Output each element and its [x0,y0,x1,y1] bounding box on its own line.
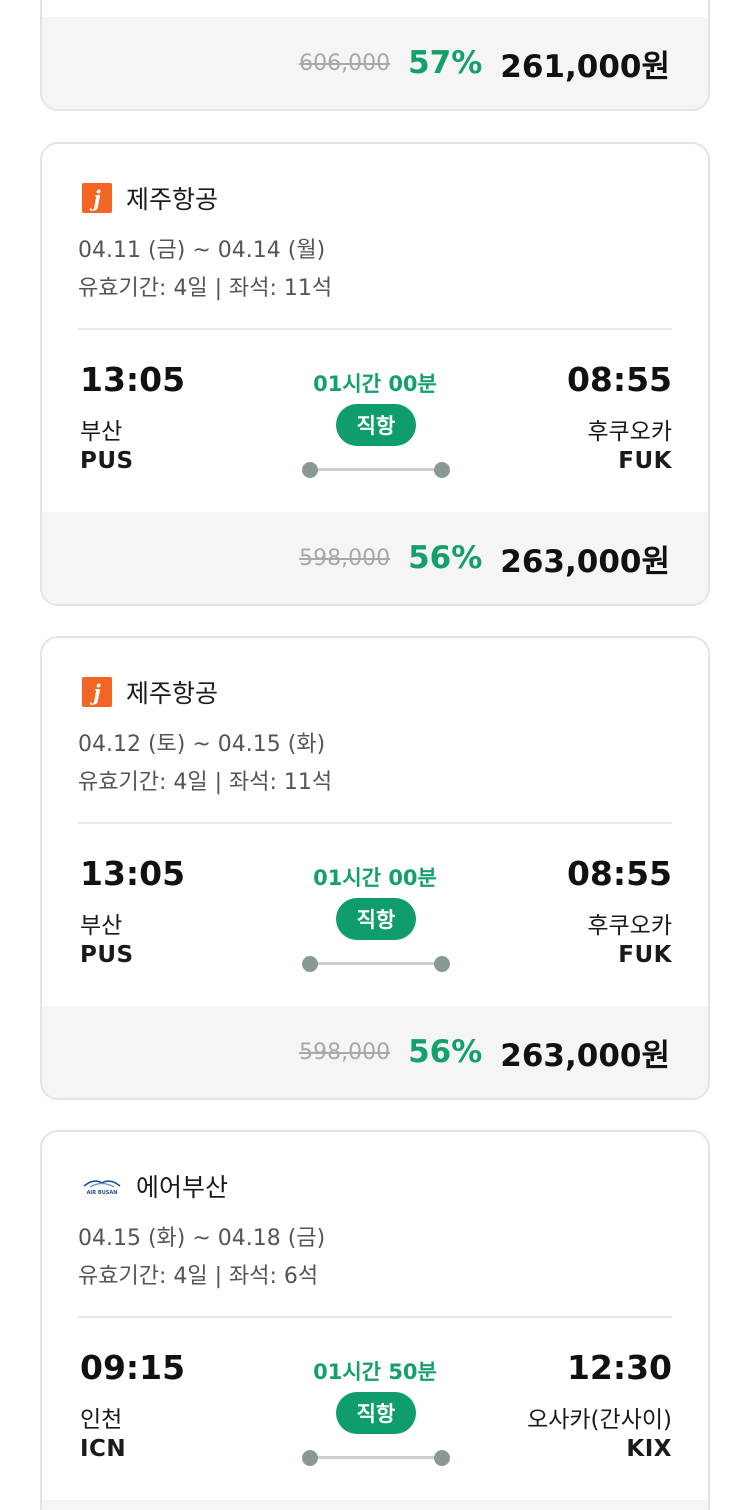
origin-dot-icon [302,1450,318,1466]
airline-row: j 제주항공 [82,180,218,216]
divider [78,1316,672,1318]
departure-airport-code: PUS [80,942,134,968]
departure-city: 인천 [80,1407,123,1433]
route-track [310,468,442,471]
validity-seats: 유효기간: 4일 | 좌석: 6석 [78,1264,319,1289]
air-busan-logo-icon: AIR BUSAN [82,1171,122,1201]
validity-seats: 유효기간: 4일 | 좌석: 11석 [78,770,333,795]
final-price: 263,000원 [500,543,670,580]
origin-dot-icon [302,956,318,972]
arrival-airport-code: FUK [618,448,672,474]
original-price: 598,000 [299,545,391,571]
original-price: 598,000 [299,1039,391,1065]
jeju-air-logo-icon: j [82,677,112,707]
travel-dates: 04.12 (토) ~ 04.15 (화) [78,732,326,757]
price-bar-partial [42,1500,708,1510]
arrival-city: 후쿠오카 [587,913,672,939]
flight-duration: 01시간 00분 [313,372,437,396]
route-line [302,1448,450,1468]
departure-city: 부산 [80,913,123,939]
origin-dot-icon [302,462,318,478]
flight-duration: 01시간 50분 [313,1360,437,1384]
departure-city: 부산 [80,419,123,445]
travel-dates: 04.15 (화) ~ 04.18 (금) [78,1226,326,1251]
departure-airport-code: ICN [80,1436,127,1462]
direct-flight-badge: 직항 [336,404,416,446]
destination-dot-icon [434,1450,450,1466]
price-bar: 598,000 56% 263,000원 [42,1006,708,1098]
arrival-airport-code: KIX [626,1436,672,1462]
direct-flight-badge: 직항 [336,898,416,940]
destination-dot-icon [434,462,450,478]
jeju-air-logo-icon: j [82,183,112,213]
discount-rate: 57% [408,45,483,81]
air-busan-wing-icon [83,1180,121,1188]
arrival-airport-code: FUK [618,942,672,968]
airline-row: AIR BUSAN 에어부산 [82,1168,228,1204]
travel-dates: 04.11 (금) ~ 04.14 (월) [78,238,326,263]
divider [78,822,672,824]
final-price: 261,000원 [500,48,670,85]
price-bar: 598,000 56% 263,000원 [42,512,708,604]
original-price: 606,000 [299,50,391,76]
flight-duration: 01시간 00분 [313,866,437,890]
validity-seats: 유효기간: 4일 | 좌석: 11석 [78,276,333,301]
airline-name: 제주항공 [126,185,219,214]
airline-row: j 제주항공 [82,674,218,710]
flight-card[interactable]: j 제주항공 04.12 (토) ~ 04.15 (화) 유효기간: 4일 | … [40,636,710,1100]
destination-dot-icon [434,956,450,972]
arrival-city: 후쿠오카 [587,419,672,445]
airline-name: 제주항공 [126,679,219,708]
divider [78,328,672,330]
arrival-city: 오사카(간사이) [527,1407,672,1433]
price-bar: 606,000 57% 261,000원 [42,17,708,109]
route-track [310,962,442,965]
flight-card[interactable]: j 제주항공 04.11 (금) ~ 04.14 (월) 유효기간: 4일 | … [40,142,710,606]
air-busan-logo-text: AIR BUSAN [86,1190,118,1196]
discount-rate: 56% [408,540,483,576]
flight-card[interactable]: AIR BUSAN 에어부산 04.15 (화) ~ 04.18 (금) 유효기… [40,1130,710,1510]
final-price: 263,000원 [500,1037,670,1074]
route-line [302,460,450,480]
discount-rate: 56% [408,1034,483,1070]
departure-airport-code: PUS [80,448,134,474]
flight-card-partial[interactable]: 606,000 57% 261,000원 [40,0,710,111]
airline-name: 에어부산 [136,1173,229,1202]
route-line [302,954,450,974]
direct-flight-badge: 직항 [336,1392,416,1434]
route-track [310,1456,442,1459]
